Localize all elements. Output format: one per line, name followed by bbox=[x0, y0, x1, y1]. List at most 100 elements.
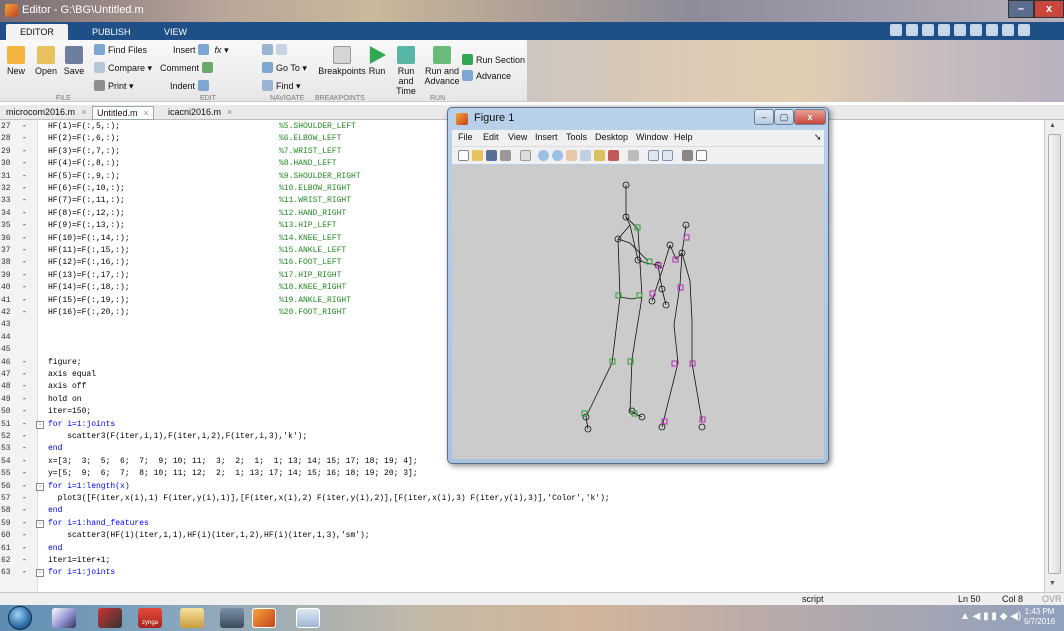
figure-canvas[interactable] bbox=[452, 165, 824, 459]
code-line[interactable]: 55 - y=[5; 9; 6; 7; 8; 10; 11; 12; 2; 1; 1… bbox=[0, 469, 1044, 479]
breakpoint-marker[interactable]: - bbox=[22, 358, 27, 368]
colorbar-icon[interactable] bbox=[648, 150, 659, 161]
open-button[interactable]: Open bbox=[34, 46, 58, 76]
matlab-taskbar-icon[interactable] bbox=[252, 608, 276, 628]
save-button[interactable]: Save bbox=[62, 46, 86, 76]
link-plot-icon[interactable] bbox=[628, 150, 639, 161]
breakpoint-marker[interactable]: - bbox=[22, 221, 27, 231]
breakpoint-marker[interactable]: - bbox=[22, 531, 27, 541]
breakpoint-marker[interactable]: - bbox=[22, 556, 27, 566]
scrollbar-thumb[interactable] bbox=[1048, 134, 1061, 574]
save-icon[interactable] bbox=[890, 24, 902, 36]
open-file-icon[interactable] bbox=[472, 150, 483, 161]
breakpoint-marker[interactable]: - bbox=[22, 382, 27, 392]
clock[interactable]: 1:43 PM 5/7/2016 bbox=[1024, 607, 1055, 627]
figure-minimize-button[interactable]: – bbox=[754, 109, 774, 125]
code-line[interactable]: 57 - plot3([F(iter,x(i),1) F(iter,y(i),1)… bbox=[0, 494, 1044, 504]
code-line[interactable]: 59 - − for i=1:hand_features bbox=[0, 519, 1044, 529]
goto-button[interactable]: Go To ▾ bbox=[262, 62, 307, 74]
data-cursor-icon[interactable] bbox=[594, 150, 605, 161]
run-and-advance-button[interactable]: Run and Advance bbox=[424, 46, 460, 86]
breakpoint-marker[interactable]: - bbox=[22, 457, 27, 467]
breakpoint-marker[interactable]: - bbox=[22, 296, 27, 306]
run-section-button[interactable]: Run Section bbox=[462, 54, 525, 65]
breakpoint-marker[interactable]: - bbox=[22, 407, 27, 417]
cut-icon[interactable] bbox=[922, 24, 934, 36]
print-button[interactable]: Print ▾ bbox=[94, 80, 134, 92]
figure-maximize-button[interactable]: ▢ bbox=[774, 109, 794, 125]
file-tab-icacni[interactable]: icacni2016.m × bbox=[164, 106, 236, 120]
breakpoint-marker[interactable]: - bbox=[22, 159, 27, 169]
breakpoint-marker[interactable]: - bbox=[22, 482, 27, 492]
breakpoint-marker[interactable]: - bbox=[22, 172, 27, 182]
tab-publish[interactable]: PUBLISH bbox=[78, 24, 145, 40]
menu-edit[interactable]: Edit bbox=[483, 132, 499, 142]
media-app-icon[interactable] bbox=[220, 608, 244, 628]
breakpoint-marker[interactable]: - bbox=[22, 444, 27, 454]
run-and-time-button[interactable]: Run and Time bbox=[389, 46, 423, 96]
scroll-up-arrow-icon[interactable]: ▲ bbox=[1049, 122, 1056, 129]
menu-tools[interactable]: Tools bbox=[566, 132, 587, 142]
file-tab-untitled[interactable]: Untitled.m × bbox=[92, 106, 154, 120]
save-figure-icon[interactable] bbox=[486, 150, 497, 161]
copy-icon[interactable] bbox=[938, 24, 950, 36]
figure-window[interactable]: Figure 1 – ▢ x File Edit View Insert Too… bbox=[447, 107, 829, 464]
breakpoint-marker[interactable]: - bbox=[22, 420, 27, 430]
breakpoint-marker[interactable]: - bbox=[22, 209, 27, 219]
menu-window[interactable]: Window bbox=[636, 132, 668, 142]
editor-vertical-scrollbar[interactable]: ▲ ▼ bbox=[1044, 120, 1064, 592]
chess-app-icon[interactable] bbox=[98, 608, 122, 628]
scroll-down-arrow-icon[interactable]: ▼ bbox=[1049, 580, 1056, 587]
hide-plot-tools-icon[interactable] bbox=[682, 150, 693, 161]
code-line[interactable]: 63 - − for i=1:joints bbox=[0, 568, 1044, 578]
show-plot-tools-icon[interactable] bbox=[696, 150, 707, 161]
find-button[interactable]: Find ▾ bbox=[262, 80, 301, 92]
compare-button[interactable]: Compare ▾ bbox=[94, 62, 152, 74]
code-line[interactable]: 56 - − for i=1:length(x) bbox=[0, 482, 1044, 492]
code-line[interactable]: 58 - end bbox=[0, 506, 1044, 516]
menu-view[interactable]: View bbox=[508, 132, 527, 142]
tab-view[interactable]: VIEW bbox=[150, 24, 201, 40]
breakpoint-marker[interactable]: - bbox=[22, 246, 27, 256]
print-figure-icon[interactable] bbox=[500, 150, 511, 161]
close-tab-icon[interactable]: × bbox=[227, 107, 232, 117]
breakpoint-marker[interactable]: - bbox=[22, 147, 27, 157]
breakpoints-button[interactable]: Breakpoints bbox=[315, 46, 369, 76]
help-icon[interactable] bbox=[1018, 24, 1030, 36]
paste-icon[interactable] bbox=[954, 24, 966, 36]
layout-icon[interactable] bbox=[906, 24, 918, 36]
fold-toggle-icon[interactable]: − bbox=[36, 569, 44, 578]
fold-toggle-icon[interactable]: − bbox=[36, 420, 44, 429]
menu-file[interactable]: File bbox=[458, 132, 473, 142]
breakpoint-marker[interactable]: - bbox=[22, 370, 27, 380]
switch-windows-icon[interactable] bbox=[1002, 24, 1014, 36]
breakpoint-marker[interactable]: - bbox=[22, 432, 27, 442]
new-figure-icon[interactable] bbox=[458, 150, 469, 161]
menu-dock-arrow-icon[interactable]: ➘ bbox=[814, 132, 822, 143]
back-forward-button[interactable] bbox=[262, 44, 290, 55]
menu-help[interactable]: Help bbox=[674, 132, 693, 142]
edit-plot-icon[interactable] bbox=[520, 150, 531, 161]
comment-button[interactable]: Comment bbox=[160, 62, 216, 73]
fold-toggle-icon[interactable]: − bbox=[36, 519, 44, 528]
code-line[interactable]: 60 - scatter3(HF(i)(iter,1,1),HF(i)(iter,… bbox=[0, 531, 1044, 541]
close-tab-icon[interactable]: × bbox=[81, 107, 86, 117]
insert-button[interactable]: Insert fx ▾ bbox=[173, 44, 229, 56]
breakpoint-marker[interactable]: - bbox=[22, 134, 27, 144]
breakpoint-marker[interactable]: - bbox=[22, 196, 27, 206]
close-button[interactable]: x bbox=[1034, 0, 1064, 18]
run-button[interactable]: Run bbox=[366, 46, 388, 76]
pen-app-icon[interactable] bbox=[52, 608, 76, 628]
breakpoint-marker[interactable]: - bbox=[22, 544, 27, 554]
new-button[interactable]: New bbox=[4, 46, 28, 76]
undo-icon[interactable] bbox=[970, 24, 982, 36]
figure-close-button[interactable]: x bbox=[794, 109, 826, 125]
redo-icon[interactable] bbox=[986, 24, 998, 36]
fold-toggle-icon[interactable]: − bbox=[36, 482, 44, 491]
rotate-3d-icon[interactable] bbox=[580, 150, 591, 161]
advance-button[interactable]: Advance bbox=[462, 70, 511, 81]
start-button[interactable] bbox=[8, 606, 32, 630]
breakpoint-marker[interactable]: - bbox=[22, 395, 27, 405]
pan-icon[interactable] bbox=[566, 150, 577, 161]
minimize-button[interactable]: – bbox=[1008, 0, 1034, 18]
